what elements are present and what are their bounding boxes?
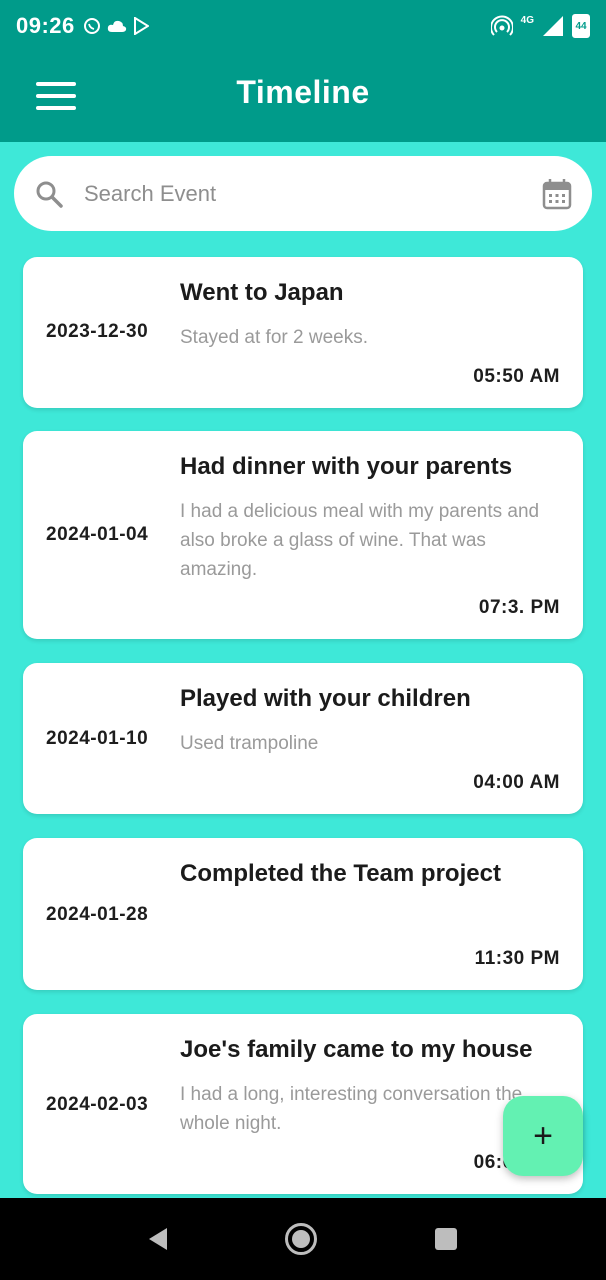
event-date: 2024-02-03 bbox=[46, 1094, 149, 1115]
battery-icon: 44 bbox=[572, 14, 590, 38]
cloud-icon bbox=[107, 20, 126, 32]
search-icon bbox=[36, 181, 63, 208]
event-time: 11:30 PM bbox=[474, 948, 560, 969]
app-bar: Timeline bbox=[0, 52, 606, 142]
signal-icon bbox=[543, 16, 563, 36]
plus-icon: + bbox=[533, 1116, 553, 1155]
event-date: 2023-12-30 bbox=[46, 321, 149, 342]
search-input[interactable] bbox=[84, 180, 542, 207]
event-description: Stayed at for 2 weeks. bbox=[180, 327, 368, 348]
event-card[interactable]: 2024-01-04 Had dinner with your parents … bbox=[23, 431, 583, 639]
recent-apps-icon[interactable] bbox=[435, 1228, 457, 1250]
event-card[interactable]: 2024-01-28 Completed the Team project 11… bbox=[23, 838, 583, 990]
event-date: 2024-01-28 bbox=[46, 904, 149, 925]
whatsapp-icon bbox=[83, 18, 100, 34]
event-title: Completed the Team project bbox=[180, 860, 501, 887]
event-time: 05:50 AM bbox=[473, 366, 560, 387]
search-bar bbox=[14, 156, 592, 231]
event-card[interactable]: 2024-01-10 Played with your children Use… bbox=[23, 663, 583, 814]
hotspot-icon bbox=[490, 15, 513, 36]
back-icon[interactable] bbox=[149, 1228, 167, 1250]
event-description: Used trampoline bbox=[180, 733, 319, 754]
network-type-label: 4G bbox=[520, 14, 534, 26]
event-title: Had dinner with your parents bbox=[180, 453, 513, 480]
play-store-icon bbox=[133, 17, 149, 35]
status-time: 09:26 bbox=[16, 13, 75, 38]
notification-icons bbox=[83, 17, 149, 35]
event-time: 07:3. PM bbox=[478, 597, 560, 618]
event-date: 2024-01-04 bbox=[46, 524, 149, 545]
page-title: Timeline bbox=[236, 74, 370, 110]
calendar-icon[interactable] bbox=[542, 178, 572, 210]
event-date: 2024-01-10 bbox=[46, 728, 149, 749]
event-card[interactable]: 2024-02-03 Joe's family came to my house… bbox=[23, 1014, 583, 1194]
status-bar: 09:26 4G 44 bbox=[0, 0, 606, 52]
system-nav-bar bbox=[0, 1198, 606, 1280]
event-title: Went to Japan bbox=[180, 279, 344, 306]
event-time: 04:00 AM bbox=[473, 772, 560, 793]
add-event-button[interactable]: + bbox=[503, 1096, 583, 1176]
event-card[interactable]: 2023-12-30 Went to Japan Stayed at for 2… bbox=[23, 257, 583, 408]
status-left: 09:26 bbox=[16, 13, 149, 39]
event-title: Played with your children bbox=[180, 685, 471, 712]
event-title: Joe's family came to my house bbox=[180, 1036, 533, 1063]
home-icon[interactable] bbox=[285, 1223, 317, 1255]
status-right: 4G 44 bbox=[490, 14, 590, 38]
event-description: I had a delicious meal with my parents a… bbox=[180, 501, 540, 580]
